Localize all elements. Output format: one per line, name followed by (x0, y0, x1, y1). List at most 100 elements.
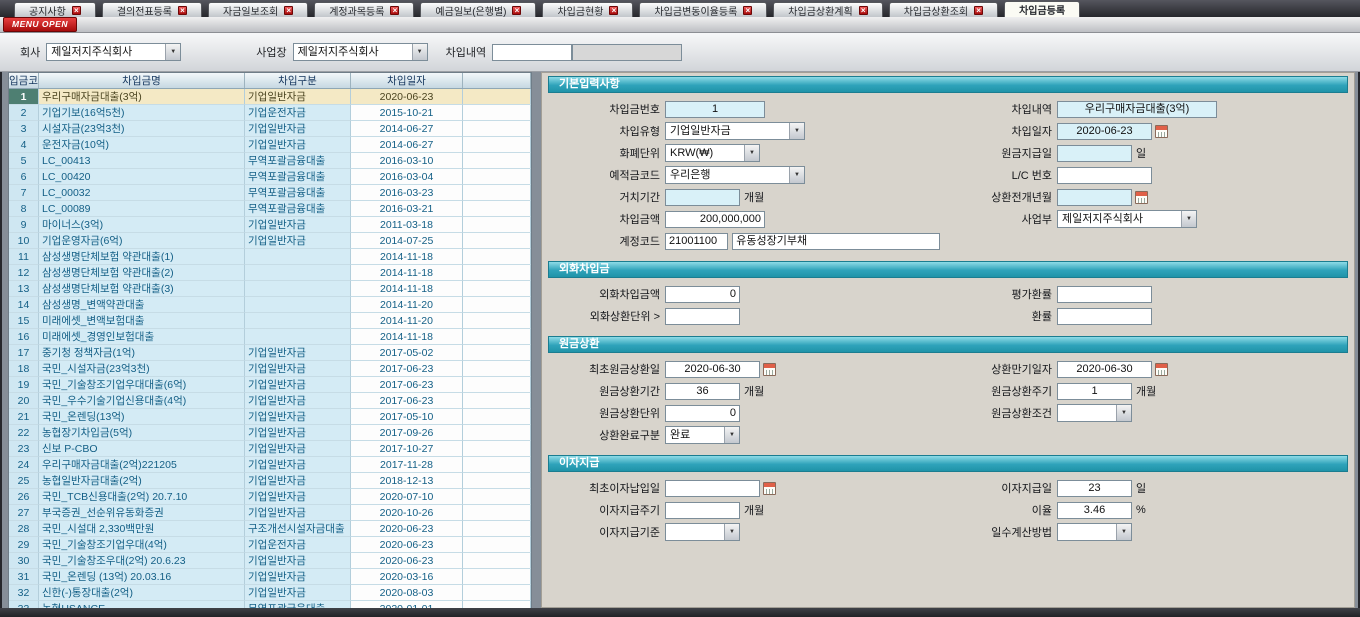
field-lc-number[interactable] (1057, 167, 1152, 184)
field-loan-amount[interactable]: 200,000,000 (665, 211, 765, 228)
table-row[interactable]: 25농협일반자금대출(2억)기업일반자금2018-12-13 (9, 473, 531, 489)
table-row[interactable]: 16미래에셋_경영인보험대출2014-11-18 (9, 329, 531, 345)
tab-item-8[interactable]: 차입금상환조회× (889, 2, 998, 17)
calendar-icon[interactable] (763, 482, 776, 495)
field-repay-complete-select[interactable]: 완료▼ (665, 426, 740, 444)
tab-close-icon[interactable]: × (743, 6, 752, 15)
tab-close-icon[interactable]: × (390, 6, 399, 15)
field-principal-repay-unit[interactable]: 0 (665, 405, 740, 422)
table-row[interactable]: 7LC_00032무역포괄금융대출2016-03-23 (9, 185, 531, 201)
field-currency-select[interactable]: KRW(₩)▼ (665, 144, 760, 162)
field-interest-pay-day[interactable]: 23 (1057, 480, 1132, 497)
table-row[interactable]: 23신보 P-CBO기업일반자금2017-10-27 (9, 441, 531, 457)
table-row[interactable]: 11삼성생명단체보험 약관대출(1)2014-11-18 (9, 249, 531, 265)
table-row[interactable]: 27부국증권_선순위유동화증권기업일반자금2020-10-26 (9, 505, 531, 521)
table-row[interactable]: 14삼성생명_변액약관대출2014-11-20 (9, 297, 531, 313)
loan-detail-search-input[interactable] (492, 44, 572, 61)
table-row[interactable]: 26국민_TCB신용대출(2억) 20.7.10기업일반자금2020-07-10 (9, 489, 531, 505)
calendar-icon[interactable] (763, 363, 776, 376)
table-row[interactable]: 22농협장기차입금(5억)기업일반자금2017-09-26 (9, 425, 531, 441)
table-row[interactable]: 21국민_온렌딩(13억)기업일반자금2017-05-10 (9, 409, 531, 425)
table-row[interactable]: 12삼성생명단체보험 약관대출(2)2014-11-18 (9, 265, 531, 281)
table-row[interactable]: 9마이너스(3억)기업일반자금2011-03-18 (9, 217, 531, 233)
field-loan-type-select[interactable]: 기업일반자금▼ (665, 122, 805, 140)
table-row[interactable]: 10기업운영자금(6억)기업일반자금2014-07-25 (9, 233, 531, 249)
tab-item-2[interactable]: 자금일보조회× (208, 2, 308, 17)
field-day-count-method-select[interactable]: ▼ (1057, 523, 1132, 541)
field-account-code[interactable]: 21001100 (665, 233, 728, 250)
tab-close-icon[interactable]: × (178, 6, 187, 15)
field-repay-start-month[interactable] (1057, 189, 1132, 206)
loan-detail-search-input-secondary[interactable] (572, 44, 682, 61)
calendar-icon[interactable] (1155, 363, 1168, 376)
table-row[interactable]: 31국민_온렌딩 (13억) 20.03.16기업일반자금2020-03-16 (9, 569, 531, 585)
field-principal-pay-day[interactable] (1057, 145, 1132, 162)
table-row[interactable]: 28국민_시설대 2,330백만원구조개선시설자금대출2020-06-23 (9, 521, 531, 537)
field-business-unit-select[interactable]: 제일저지주식회사▼ (1057, 210, 1197, 228)
field-loan-number[interactable]: 1 (665, 101, 765, 118)
field-principal-repay-cycle[interactable]: 1 (1057, 383, 1132, 400)
chevron-down-icon[interactable]: ▼ (789, 123, 804, 139)
table-row[interactable]: 1우리구매자금대출(3억)기업일반자금2020-06-23 (9, 89, 531, 105)
table-row[interactable]: 2기업기보(16억5천)기업운전자금2015-10-21 (9, 105, 531, 121)
field-valuation-exchange-rate[interactable] (1057, 286, 1152, 303)
chevron-down-icon[interactable]: ▼ (724, 524, 739, 540)
chevron-down-icon[interactable]: ▼ (165, 44, 180, 60)
tab-item-1[interactable]: 결의전표등록× (102, 2, 202, 17)
tab-item-0[interactable]: 공지사항× (14, 2, 96, 17)
tab-close-icon[interactable]: × (859, 6, 868, 15)
field-account-code-desc[interactable]: 유동성장기부채 (732, 233, 940, 250)
field-first-interest-pay-date[interactable] (665, 480, 760, 497)
tab-close-icon[interactable]: × (974, 6, 983, 15)
table-row[interactable]: 5LC_00413무역포괄금융대출2016-03-10 (9, 153, 531, 169)
table-row[interactable]: 4운전자금(10억)기업일반자금2014-06-27 (9, 137, 531, 153)
company-select[interactable]: 제일저지주식회사 ▼ (46, 43, 181, 61)
field-deposit-code-select[interactable]: 우리은행▼ (665, 166, 805, 184)
field-maturity-date[interactable]: 2020-06-30 (1057, 361, 1152, 378)
field-interest-rate[interactable]: 3.46 (1057, 502, 1132, 519)
field-principal-repay-period[interactable]: 36 (665, 383, 740, 400)
table-row[interactable]: 20국민_우수기술기업신용대출(4억)기업일반자금2017-06-23 (9, 393, 531, 409)
field-first-principal-repay-date[interactable]: 2020-06-30 (665, 361, 760, 378)
table-row[interactable]: 13삼성생명단체보험 약관대출(3)2014-11-18 (9, 281, 531, 297)
chevron-down-icon[interactable]: ▼ (789, 167, 804, 183)
tab-close-icon[interactable]: × (284, 6, 293, 15)
site-select[interactable]: 제일저지주식회사 ▼ (293, 43, 428, 61)
table-row[interactable]: 18국민_시설자금(23억3천)기업일반자금2017-06-23 (9, 361, 531, 377)
chevron-down-icon[interactable]: ▼ (724, 427, 739, 443)
table-row[interactable]: 30국민_기술창조우대(2억) 20.6.23기업일반자금2020-06-23 (9, 553, 531, 569)
table-row[interactable]: 19국민_기술창조기업우대대출(6억)기업일반자금2017-06-23 (9, 377, 531, 393)
tab-item-5[interactable]: 차입금현황× (542, 2, 633, 17)
calendar-icon[interactable] (1155, 125, 1168, 138)
tab-item-7[interactable]: 차입금상환계획× (773, 2, 882, 17)
table-row[interactable]: 32신한(-)통장대출(2억)기업일반자금2020-08-03 (9, 585, 531, 601)
chevron-down-icon[interactable]: ▼ (412, 44, 427, 60)
chevron-down-icon[interactable]: ▼ (1116, 405, 1131, 421)
field-loan-detail-name[interactable]: 우리구매자금대출(3억) (1057, 101, 1217, 118)
tab-close-icon[interactable]: × (512, 6, 521, 15)
menu-open-button[interactable]: MENU OPEN (3, 17, 77, 32)
field-loan-date[interactable]: 2020-06-23 (1057, 123, 1152, 140)
tab-item-4[interactable]: 예금일보(은행별)× (420, 2, 536, 17)
calendar-icon[interactable] (1135, 191, 1148, 204)
field-grace-period[interactable] (665, 189, 740, 206)
table-row[interactable]: 15미래에셋_변액보험대출2014-11-20 (9, 313, 531, 329)
chevron-down-icon[interactable]: ▼ (744, 145, 759, 161)
field-interest-basis-select[interactable]: ▼ (665, 523, 740, 541)
tab-close-icon[interactable]: × (72, 6, 81, 15)
table-row[interactable]: 6LC_00420무역포괄금융대출2016-03-04 (9, 169, 531, 185)
tab-close-icon[interactable]: × (609, 6, 618, 15)
chevron-down-icon[interactable]: ▼ (1116, 524, 1131, 540)
tab-item-6[interactable]: 차입금변동이율등록× (639, 2, 767, 17)
chevron-down-icon[interactable]: ▼ (1181, 211, 1196, 227)
field-fx-repay-unit[interactable] (665, 308, 740, 325)
table-row[interactable]: 8LC_00089무역포괄금융대출2016-03-21 (9, 201, 531, 217)
table-row[interactable]: 29국민_기술창조기업우대(4억)기업운전자금2020-06-23 (9, 537, 531, 553)
field-exchange-rate[interactable] (1057, 308, 1152, 325)
field-interest-pay-cycle[interactable] (665, 502, 740, 519)
table-row[interactable]: 3시설자금(23억3천)기업일반자금2014-06-27 (9, 121, 531, 137)
tab-item-9[interactable]: 차입금등록 (1004, 1, 1080, 17)
tab-item-3[interactable]: 계정과목등록× (314, 2, 414, 17)
field-fx-loan-amount[interactable]: 0 (665, 286, 740, 303)
table-row[interactable]: 24우리구매자금대출(2억)221205기업일반자금2017-11-28 (9, 457, 531, 473)
